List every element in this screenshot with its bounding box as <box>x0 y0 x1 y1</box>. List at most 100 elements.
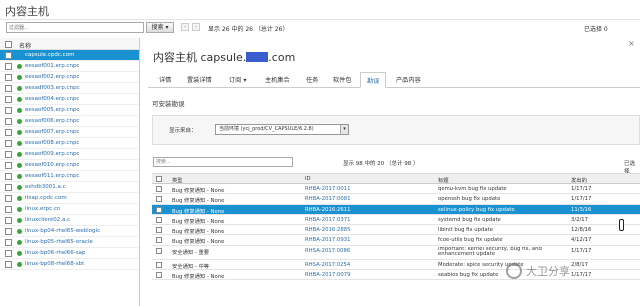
host-checkbox[interactable] <box>5 85 12 92</box>
column-issued[interactable]: 发出的 <box>571 176 587 184</box>
errata-id-link[interactable]: RHBA-2017:0931 <box>305 237 435 243</box>
host-name-link[interactable]: eesaof005.erp.cnpc <box>25 107 79 113</box>
table-row[interactable]: Bug 修复通知 - None RHBA-2017:0081 openssh bug… <box>152 194 640 205</box>
table-row[interactable]: Bug 修复通知 - None RHBA-2016:2611 selinux-pol… <box>152 204 640 215</box>
row-checkbox[interactable] <box>156 216 162 223</box>
host-list-item[interactable]: eesaof001.erp.cnpc <box>0 61 139 72</box>
host-checkbox[interactable] <box>5 228 12 235</box>
host-checkbox[interactable] <box>5 184 12 191</box>
column-id[interactable]: ID <box>305 176 311 182</box>
errata-id-link[interactable]: RHBA-2017:0371 <box>305 217 435 223</box>
table-row[interactable]: 安全通知 - 重要 RHSA-2017:0086 Important: kernel… <box>152 246 640 260</box>
errata-id-link[interactable]: RHBA-2016:2611 <box>305 207 435 213</box>
host-list-item[interactable]: eshdb3001.a.c <box>0 182 139 193</box>
host-checkbox[interactable] <box>5 52 12 59</box>
host-name-link[interactable]: eesaof008.erp.cnpc <box>25 140 79 146</box>
tab-host-collections[interactable]: 主机集合 <box>265 75 290 84</box>
host-checkbox[interactable] <box>5 250 12 257</box>
host-checkbox[interactable] <box>5 151 12 158</box>
host-list-item[interactable]: eesaof004.erp.cnpc <box>0 94 139 105</box>
host-name-link[interactable]: capsule.cpdc.com <box>25 52 74 58</box>
errata-id-link[interactable]: RHBA-2017:0079 <box>305 272 435 278</box>
row-checkbox[interactable] <box>156 227 162 234</box>
row-checkbox[interactable] <box>156 272 162 279</box>
host-name-link[interactable]: eesaof011.erp.cnpc <box>25 173 79 179</box>
next-page-icon[interactable]: › <box>192 23 200 31</box>
host-name-link[interactable]: eesaof009.erp.cnpc <box>25 151 79 157</box>
host-name-link[interactable]: eesaof006.erp.cnpc <box>25 118 79 124</box>
tab-tasks[interactable]: 任务 <box>306 75 318 84</box>
host-name-link[interactable]: eesaof001.erp.cnpc <box>25 63 79 69</box>
host-list-item[interactable]: itsap.cpdc.com <box>0 193 139 204</box>
host-list-item[interactable]: linux-bp08-rhel68-sbt <box>0 259 139 270</box>
host-list-item[interactable]: eesaof005.erp.cnpc <box>0 105 139 116</box>
host-checkbox[interactable] <box>5 239 12 246</box>
host-name-link[interactable]: linux-bp05-rhel65-oracle <box>25 239 93 245</box>
close-icon[interactable]: × <box>628 39 635 48</box>
host-name-link[interactable]: linux.erpc.cn <box>25 206 60 212</box>
host-list-item[interactable]: linux-bp05-rhel65-oracle <box>0 237 139 248</box>
row-checkbox[interactable] <box>156 237 162 244</box>
host-checkbox[interactable] <box>5 107 12 114</box>
prev-page-icon[interactable]: ‹ <box>181 23 189 31</box>
column-type[interactable]: 类型 <box>172 176 183 184</box>
host-list-item[interactable]: eesaof002.erp.cnpc <box>0 72 139 83</box>
host-name-link[interactable]: itsap.cpdc.com <box>25 195 67 201</box>
host-list-item[interactable]: eesaof007.erp.cnpc <box>0 127 139 138</box>
tab-product-content[interactable]: 产品内容 <box>396 75 421 84</box>
errata-id-link[interactable]: RHBA-2017:0081 <box>305 196 435 202</box>
host-name-link[interactable]: eesadf003.erp.cnpc <box>25 85 80 91</box>
host-list-item[interactable]: eesadf003.erp.cnpc <box>0 83 139 94</box>
host-checkbox[interactable] <box>5 162 12 169</box>
row-checkbox[interactable] <box>156 196 162 203</box>
host-list-item[interactable]: eesaof009.erp.cnpc <box>0 149 139 160</box>
name-column-header[interactable]: 名称 <box>19 41 31 50</box>
row-checkbox[interactable] <box>156 186 162 192</box>
host-list-item[interactable]: capsule.cpdc.com <box>0 50 139 61</box>
host-checkbox[interactable] <box>5 217 12 224</box>
select-all-checkbox[interactable] <box>5 41 12 48</box>
tab-provisioning-details[interactable]: 置装详情 <box>187 75 212 84</box>
host-list-item[interactable]: eesaof006.erp.cnpc <box>0 116 139 127</box>
errata-id-link[interactable]: RHBA-2017:0011 <box>305 186 435 192</box>
host-list-item[interactable]: linux-bp06-rhel66-sap <box>0 248 139 259</box>
host-checkbox[interactable] <box>5 195 12 202</box>
host-name-link[interactable]: linuxclient02.a.c <box>25 217 70 223</box>
host-checkbox[interactable] <box>5 140 12 147</box>
select-all-errata-checkbox[interactable] <box>156 176 162 182</box>
row-checkbox[interactable] <box>156 206 162 213</box>
table-row[interactable]: Bug 修复通知 - None RHBA-2016:2885 libinit bug… <box>152 225 640 236</box>
host-checkbox[interactable] <box>5 261 12 268</box>
host-name-link[interactable]: eesaof010.erp.cnpc <box>25 162 79 168</box>
host-checkbox[interactable] <box>5 96 12 103</box>
host-name-link[interactable]: eesaof007.erp.cnpc <box>25 129 79 135</box>
host-list-item[interactable]: linuxclient02.a.c <box>0 215 139 226</box>
table-row[interactable]: Bug 修复通知 - None RHBA-2017:0011 qemu-kvm bu… <box>152 184 640 195</box>
errata-id-link[interactable]: RHSA-2017:0254 <box>305 262 435 268</box>
errata-id-link[interactable]: RHBA-2016:2885 <box>305 227 435 233</box>
search-button[interactable]: 搜索 ▾ <box>146 22 174 33</box>
host-list-item[interactable]: eesaof010.erp.cnpc <box>0 160 139 171</box>
host-name-link[interactable]: linux-bp08-rhel68-sbt <box>25 261 84 267</box>
host-name-link[interactable]: eesaof002.erp.cnpc <box>25 74 79 80</box>
host-name-link[interactable]: linux-bp04-rhel65-weblogic <box>25 228 100 234</box>
host-checkbox[interactable] <box>5 173 12 180</box>
host-checkbox[interactable] <box>5 63 12 70</box>
host-name-link[interactable]: eshdb3001.a.c <box>25 184 66 190</box>
host-name-link[interactable]: eesaof004.erp.cnpc <box>25 96 79 102</box>
host-list-item[interactable]: eesaof008.erp.cnpc <box>0 138 139 149</box>
tab-errata[interactable]: 勘误 <box>360 72 387 88</box>
table-row[interactable]: Bug 修复通知 - None RHBA-2017:0371 systemd bug… <box>152 215 640 226</box>
tab-packages[interactable]: 软件包 <box>333 75 352 84</box>
host-checkbox[interactable] <box>5 118 12 125</box>
host-name-link[interactable]: linux-bp06-rhel66-sap <box>25 250 86 256</box>
environment-select[interactable]: 当前环境 (ycj_prod/CV_CAPSULE/6.2.8) ▾ <box>215 124 349 135</box>
host-checkbox[interactable] <box>5 129 12 136</box>
errata-id-link[interactable]: RHSA-2017:0086 <box>305 248 435 254</box>
row-checkbox[interactable] <box>156 261 162 268</box>
errata-search-input[interactable]: 搜索... <box>153 157 293 167</box>
host-list-item[interactable]: eesaof011.erp.cnpc <box>0 171 139 182</box>
row-checkbox[interactable] <box>156 247 162 254</box>
table-row[interactable]: Bug 修复通知 - None RHBA-2017:0931 fcoe-utils … <box>152 235 640 246</box>
host-list-item[interactable]: linux.erpc.cn <box>0 204 139 215</box>
